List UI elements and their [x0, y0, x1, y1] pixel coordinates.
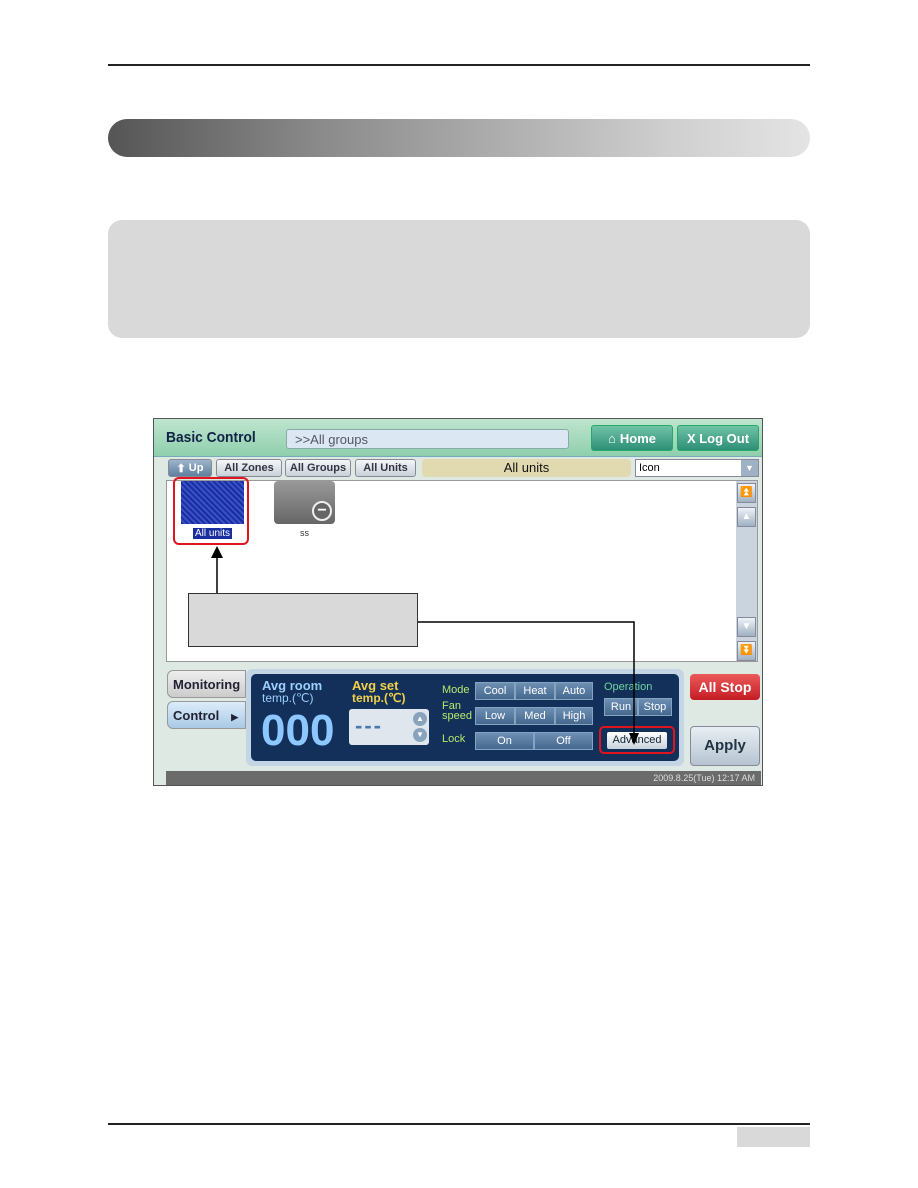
arrowhead-down: [629, 733, 639, 745]
page-number-box: [737, 1127, 810, 1147]
footer-rule: [108, 1123, 810, 1125]
arrow-to-advanced: [418, 621, 635, 735]
arrowhead-up: [211, 546, 223, 558]
callout-arrows: [211, 546, 639, 745]
